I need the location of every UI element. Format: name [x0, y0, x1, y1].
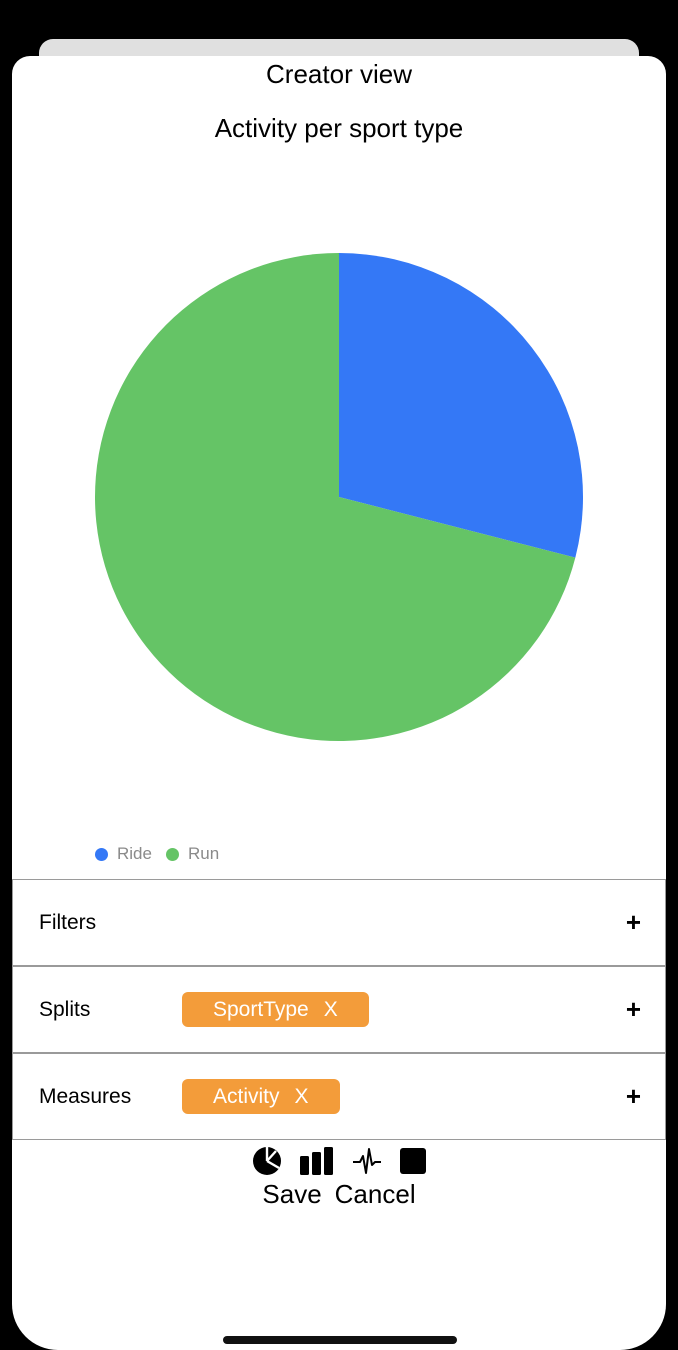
legend-item-run: Run — [165, 844, 220, 864]
legend-label-run: Run — [187, 844, 220, 863]
creator-sheet: Creator view Activity per sport type Rid… — [12, 56, 666, 1350]
pie-chart — [95, 253, 583, 741]
action-bar: Save Cancel — [12, 1178, 666, 1210]
measure-chip-activity[interactable]: Activity X — [182, 1079, 340, 1114]
splits-panel: Splits SportType X + — [12, 966, 666, 1053]
home-indicator — [223, 1336, 457, 1344]
filters-panel: Filters + — [12, 879, 666, 966]
legend-label-ride: Ride — [117, 844, 152, 863]
line-chart-icon[interactable] — [352, 1146, 382, 1176]
cancel-button[interactable]: Cancel — [335, 1178, 416, 1210]
chart-type-toolbar — [12, 1146, 666, 1176]
legend-dot-run — [165, 847, 179, 861]
bar-chart-icon[interactable] — [299, 1146, 335, 1176]
split-chip-sporttype[interactable]: SportType X — [182, 992, 369, 1027]
add-measure-button[interactable]: + — [626, 1054, 641, 1139]
legend-item-ride: Ride — [95, 844, 152, 864]
remove-split-button[interactable]: X — [324, 998, 338, 1022]
table-icon[interactable] — [399, 1147, 427, 1175]
add-split-button[interactable]: + — [626, 967, 641, 1052]
page-title: Creator view — [266, 59, 412, 89]
pie-chart-icon[interactable] — [252, 1146, 282, 1176]
legend-dot-ride — [95, 847, 108, 861]
save-button[interactable]: Save — [262, 1178, 321, 1210]
measures-label: Measures — [39, 1084, 132, 1108]
filters-label: Filters — [39, 910, 97, 934]
chart-legend: Ride Run — [95, 844, 233, 864]
chart-title: Activity per sport type — [214, 113, 464, 143]
measure-chip-label: Activity — [213, 1084, 280, 1108]
split-chip-label: SportType — [213, 997, 309, 1021]
measures-panel: Measures Activity X + — [12, 1053, 666, 1140]
splits-label: Splits — [39, 997, 91, 1021]
remove-measure-button[interactable]: X — [295, 1085, 309, 1109]
add-filter-button[interactable]: + — [626, 880, 641, 965]
